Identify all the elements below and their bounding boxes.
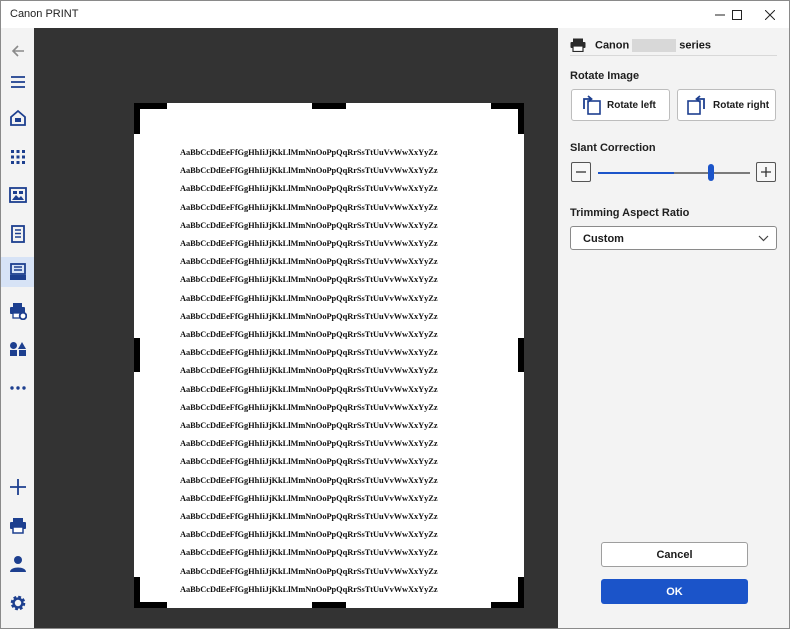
ok-button[interactable]: OK bbox=[601, 579, 748, 604]
cancel-button[interactable]: Cancel bbox=[601, 542, 748, 567]
scanned-text-line: AaBbCcDdEeFfGgHhIiJjKkLlMmNnOoPpQqRrSsTt… bbox=[180, 457, 438, 467]
sidebar-item-add[interactable] bbox=[1, 472, 34, 502]
add-icon bbox=[9, 479, 26, 495]
trimming-heading: Trimming Aspect Ratio bbox=[570, 207, 690, 219]
slant-decrease-button[interactable] bbox=[571, 162, 591, 182]
scanned-text-line: AaBbCcDdEeFfGgHhIiJjKkLlMmNnOoPpQqRrSsTt… bbox=[180, 421, 438, 430]
maximize-icon bbox=[732, 9, 742, 20]
crop-handle-top[interactable] bbox=[312, 103, 346, 109]
sidebar-item-more[interactable] bbox=[1, 373, 34, 403]
scanned-text-line: AaBbCcDdEeFfGgHhIiJjKkLlMmNnOoPpQqRrSsTt… bbox=[180, 566, 438, 576]
sidebar-item-printer-settings[interactable] bbox=[1, 296, 34, 326]
sidebar-item-apps[interactable] bbox=[1, 142, 34, 172]
slant-increase-button[interactable] bbox=[756, 162, 776, 182]
back-arrow-icon bbox=[11, 45, 24, 57]
scanned-text-line: AaBbCcDdEeFfGgHhIiJjKkLlMmNnOoPpQqRrSsTt… bbox=[180, 257, 438, 267]
scanned-text-line: AaBbCcDdEeFfGgHhIiJjKkLlMmNnOoPpQqRrSsTt… bbox=[180, 293, 438, 303]
close-icon bbox=[765, 9, 775, 20]
crop-handle-bottom[interactable] bbox=[312, 602, 346, 608]
trimming-ratio-value: Custom bbox=[583, 233, 624, 245]
rotate-right-button[interactable]: Rotate right bbox=[677, 89, 776, 121]
crop-handle-bottom-right-vertical[interactable] bbox=[518, 577, 524, 608]
crop-handle-right[interactable] bbox=[518, 338, 524, 372]
scanned-page: AaBbCcDdEeFfGgHhIiJjKkLlMmNnOoPpQqRrSsTt… bbox=[134, 103, 524, 608]
slant-slider-fill bbox=[598, 172, 674, 174]
printer-name: Canon series bbox=[595, 38, 712, 52]
printer-icon bbox=[9, 517, 26, 534]
sidebar-item-menu[interactable] bbox=[1, 67, 34, 97]
scanned-text-line: AaBbCcDdEeFfGgHhIiJjKkLlMmNnOoPpQqRrSsTt… bbox=[180, 184, 438, 194]
rotate-left-icon bbox=[583, 95, 601, 115]
sidebar-item-photo-print[interactable] bbox=[1, 180, 34, 210]
close-button[interactable] bbox=[747, 1, 790, 28]
plus-icon bbox=[761, 167, 771, 177]
sidebar-item-printer[interactable] bbox=[1, 510, 34, 540]
printer-selector[interactable]: Canon series bbox=[570, 36, 711, 54]
chevron-down-icon bbox=[758, 235, 769, 242]
scanned-text-line: AaBbCcDdEeFfGgHhIiJjKkLlMmNnOoPpQqRrSsTt… bbox=[180, 202, 438, 212]
photo-print-icon bbox=[8, 187, 27, 203]
sidebar-item-account[interactable] bbox=[1, 549, 34, 579]
redacted-model bbox=[632, 38, 677, 52]
scanned-text-line: AaBbCcDdEeFfGgHhIiJjKkLlMmNnOoPpQqRrSsTt… bbox=[180, 512, 438, 521]
rotate-right-label: Rotate right bbox=[713, 99, 770, 111]
crop-handle-left[interactable] bbox=[134, 338, 140, 372]
shapes-icon bbox=[9, 342, 26, 356]
account-icon bbox=[9, 556, 26, 572]
scanned-text-line: AaBbCcDdEeFfGgHhIiJjKkLlMmNnOoPpQqRrSsTt… bbox=[180, 530, 438, 540]
rotate-right-icon bbox=[687, 95, 705, 115]
scanned-text-line: AaBbCcDdEeFfGgHhIiJjKkLlMmNnOoPpQqRrSsTt… bbox=[180, 548, 438, 558]
slant-slider-track[interactable] bbox=[598, 172, 750, 174]
scanned-text-line: AaBbCcDdEeFfGgHhIiJjKkLlMmNnOoPpQqRrSsTt… bbox=[180, 148, 438, 157]
title-bar: Canon PRINT bbox=[1, 1, 789, 28]
rotate-left-label: Rotate left bbox=[607, 99, 656, 111]
scan-icon bbox=[9, 263, 26, 280]
minus-icon bbox=[576, 171, 586, 173]
scanned-text-line: AaBbCcDdEeFfGgHhIiJjKkLlMmNnOoPpQqRrSsTt… bbox=[180, 275, 438, 285]
home-icon bbox=[9, 109, 26, 126]
crop-handle-top-right-vertical[interactable] bbox=[518, 103, 524, 134]
sidebar-item-shapes[interactable] bbox=[1, 334, 34, 364]
crop-handle-top-left-vertical[interactable] bbox=[134, 103, 140, 134]
sidebar-item-back[interactable] bbox=[1, 36, 34, 66]
slant-slider-thumb[interactable] bbox=[708, 164, 714, 181]
scanned-text-line: AaBbCcDdEeFfGgHhIiJjKkLlMmNnOoPpQqRrSsTt… bbox=[180, 239, 438, 248]
sidebar-item-settings[interactable] bbox=[1, 588, 34, 618]
scanned-text-line: AaBbCcDdEeFfGgHhIiJjKkLlMmNnOoPpQqRrSsTt… bbox=[180, 330, 438, 339]
scanned-text-line: AaBbCcDdEeFfGgHhIiJjKkLlMmNnOoPpQqRrSsTt… bbox=[180, 311, 438, 321]
sidebar-item-home[interactable] bbox=[1, 103, 34, 133]
scanned-text-line: AaBbCcDdEeFfGgHhIiJjKkLlMmNnOoPpQqRrSsTt… bbox=[180, 166, 438, 176]
app-window: Canon PRINT AaBbCcDdEeFfGgHhIiJjKkLlMmNn… bbox=[0, 0, 790, 629]
scanned-text-line: AaBbCcDdEeFfGgHhIiJjKkLlMmNnOoPpQqRrSsTt… bbox=[180, 584, 438, 594]
edit-panel: Canon series Rotate Image Rotate left Rot… bbox=[558, 28, 789, 628]
document-print-icon bbox=[10, 225, 25, 243]
scanned-text-line: AaBbCcDdEeFfGgHhIiJjKkLlMmNnOoPpQqRrSsTt… bbox=[180, 402, 438, 412]
more-icon bbox=[9, 386, 26, 390]
scanned-text-line: AaBbCcDdEeFfGgHhIiJjKkLlMmNnOoPpQqRrSsTt… bbox=[180, 475, 438, 485]
scanned-text-line: AaBbCcDdEeFfGgHhIiJjKkLlMmNnOoPpQqRrSsTt… bbox=[180, 384, 438, 394]
menu-icon bbox=[10, 76, 25, 88]
divider bbox=[570, 55, 777, 56]
apps-grid-icon bbox=[10, 150, 25, 164]
scanned-text-line: AaBbCcDdEeFfGgHhIiJjKkLlMmNnOoPpQqRrSsTt… bbox=[180, 493, 438, 503]
sidebar-item-scan[interactable] bbox=[1, 257, 34, 287]
rotate-left-button[interactable]: Rotate left bbox=[571, 89, 670, 121]
scan-preview-area: AaBbCcDdEeFfGgHhIiJjKkLlMmNnOoPpQqRrSsTt… bbox=[34, 28, 558, 628]
scanned-text-line: AaBbCcDdEeFfGgHhIiJjKkLlMmNnOoPpQqRrSsTt… bbox=[180, 348, 438, 358]
scanned-text-line: AaBbCcDdEeFfGgHhIiJjKkLlMmNnOoPpQqRrSsTt… bbox=[180, 366, 438, 376]
printer-name-prefix: Canon bbox=[595, 38, 630, 51]
slant-heading: Slant Correction bbox=[570, 142, 656, 154]
sidebar-item-document-print[interactable] bbox=[1, 219, 34, 249]
scanned-text-line: AaBbCcDdEeFfGgHhIiJjKkLlMmNnOoPpQqRrSsTt… bbox=[180, 439, 438, 449]
app-title: Canon PRINT bbox=[10, 8, 79, 20]
scanned-text-line: AaBbCcDdEeFfGgHhIiJjKkLlMmNnOoPpQqRrSsTt… bbox=[180, 220, 438, 230]
printer-settings-icon bbox=[9, 303, 27, 320]
printer-icon bbox=[570, 38, 586, 52]
settings-gear-icon bbox=[10, 595, 25, 611]
trimming-ratio-select[interactable]: Custom bbox=[570, 226, 777, 250]
sidebar bbox=[1, 28, 34, 628]
crop-handle-bottom-left-vertical[interactable] bbox=[134, 577, 140, 608]
rotate-heading: Rotate Image bbox=[570, 70, 640, 82]
printer-name-suffix: series bbox=[679, 38, 712, 51]
